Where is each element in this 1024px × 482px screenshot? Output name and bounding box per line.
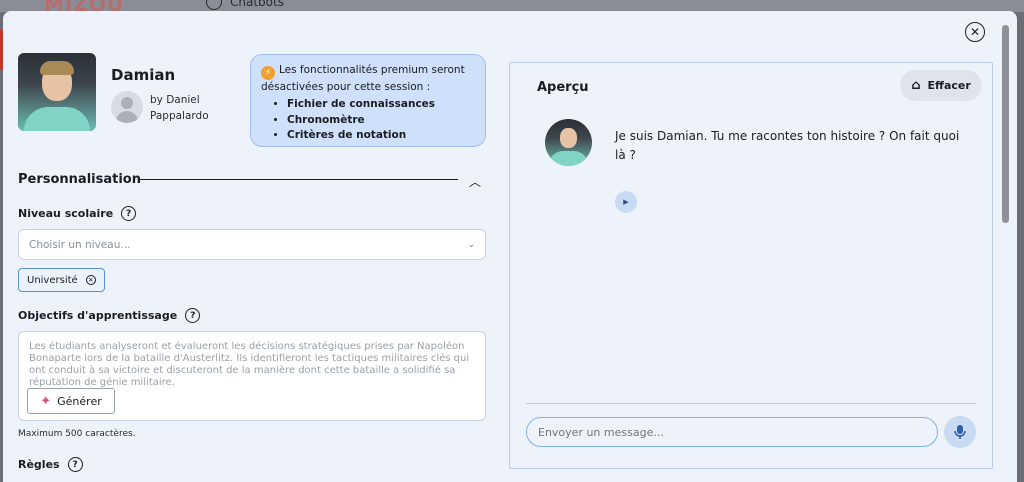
play-icon: ▶: [623, 198, 629, 206]
modal-scrollbar[interactable]: [999, 19, 1011, 482]
niveau-select[interactable]: Choisir un niveau... ⌄: [18, 229, 486, 260]
play-audio-button[interactable]: ▶: [615, 191, 637, 213]
objectifs-placeholder: Les étudiants analyseront et évalueront …: [29, 341, 470, 388]
premium-features-list: Fichier de connaissances Chronomètre Cri…: [287, 97, 475, 144]
character-avatar: [18, 53, 96, 131]
help-icon[interactable]: ?: [67, 457, 83, 472]
close-modal-button[interactable]: ✕: [965, 22, 985, 42]
microphone-button[interactable]: [944, 416, 976, 448]
message-input[interactable]: [526, 417, 938, 447]
section-title-personnalisation: Personnalisation: [18, 172, 141, 187]
premium-feature-item: Critères de notation: [287, 128, 475, 144]
niveau-scolaire-label: Niveau scolaire ?: [18, 206, 137, 221]
bot-avatar: [545, 119, 592, 166]
premium-feature-item: Fichier de connaissances: [287, 97, 475, 113]
sparkle-icon: ✦: [40, 393, 52, 409]
nav-label: Chatbots: [230, 0, 284, 9]
clear-chat-label: Effacer: [927, 79, 971, 92]
nav-circle-icon: [206, 0, 222, 10]
collapse-section-button[interactable]: ︿: [469, 173, 481, 190]
niveau-select-placeholder: Choisir un niveau...: [29, 238, 131, 251]
background-nav-chatbots: Chatbots: [206, 0, 284, 10]
preview-panel: Aperçu ⌂ Effacer Je suis Damian. Tu me r…: [509, 62, 993, 469]
premium-notice: ⚡ Les fonctionnalités premium seront désa…: [250, 54, 486, 147]
author-avatar: [111, 91, 143, 123]
premium-notice-text: Les fonctionnalités premium seront désac…: [261, 64, 465, 93]
regles-label-text: Règles: [18, 458, 60, 471]
preview-title: Aperçu: [537, 80, 589, 95]
section-divider: [140, 179, 458, 180]
objectifs-label: Objectifs d'apprentissage ?: [18, 308, 201, 323]
lightning-icon: ⚡: [261, 66, 275, 80]
remove-chip-icon[interactable]: ✕: [85, 275, 96, 285]
help-icon[interactable]: ?: [121, 206, 137, 221]
bot-message: Je suis Damian. Tu me racontes ton histo…: [615, 129, 960, 162]
premium-feature-item: Chronomètre: [287, 113, 475, 129]
author-byline: by Daniel Pappalardo: [150, 94, 209, 122]
chevron-down-icon: ⌄: [467, 239, 475, 250]
broom-icon: ⌂: [911, 78, 921, 93]
regles-label: Règles ?: [18, 457, 83, 472]
generate-button[interactable]: ✦ Générer: [27, 388, 115, 414]
help-icon[interactable]: ?: [185, 308, 201, 323]
chatbot-settings-modal: ✕ Damian by Daniel Pappalardo ⚡ Les fonct…: [3, 11, 1017, 482]
clear-chat-button[interactable]: ⌂ Effacer: [900, 70, 982, 101]
niveau-scolaire-label-text: Niveau scolaire: [18, 207, 114, 220]
chevron-up-icon: ︿: [469, 175, 482, 189]
input-divider: [526, 403, 976, 404]
generate-button-label: Générer: [57, 394, 102, 408]
microphone-icon: [954, 425, 966, 439]
max-chars-hint: Maximum 500 caractères.: [18, 429, 136, 439]
objectifs-label-text: Objectifs d'apprentissage: [18, 309, 178, 322]
character-name: Damian: [111, 66, 176, 84]
selected-level-chip: Université ✕: [18, 268, 105, 292]
close-icon: ✕: [969, 25, 981, 39]
chip-label: Université: [27, 274, 78, 286]
scrollbar-thumb[interactable]: [1002, 25, 1009, 223]
